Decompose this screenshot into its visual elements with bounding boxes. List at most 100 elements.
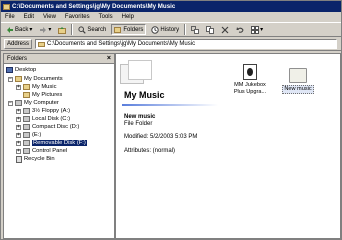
- tree-item-local-disk[interactable]: + Local Disk (C:): [16, 115, 70, 123]
- computer-icon: [15, 100, 22, 106]
- views-icon: [251, 25, 260, 34]
- delete-button[interactable]: [219, 24, 231, 35]
- tree-item-label: Desktop: [15, 67, 37, 73]
- back-label: Back: [15, 26, 29, 33]
- address-field[interactable]: C:\Documents and Settings\jg\My Document…: [35, 39, 337, 49]
- folder-icon: [38, 41, 46, 47]
- tree-item-label: My Computer: [24, 100, 59, 106]
- undo-icon: [236, 26, 244, 33]
- selected-item-name: New music: [124, 114, 156, 120]
- menu-view[interactable]: View: [43, 14, 56, 20]
- folders-label: Folders: [123, 26, 144, 33]
- title-divider: [122, 104, 218, 106]
- history-label: History: [160, 26, 180, 33]
- expand-icon[interactable]: +: [16, 84, 21, 90]
- views-dropdown-icon[interactable]: ▾: [260, 26, 263, 33]
- jukebox-icon: [243, 64, 257, 80]
- tree-item-drive-e[interactable]: + (E:): [16, 131, 41, 139]
- folders-pane-header: Folders ×: [4, 54, 114, 64]
- search-label: Search: [87, 26, 107, 33]
- forward-dropdown-icon[interactable]: ▾: [48, 26, 51, 33]
- folder-icon: [23, 92, 30, 98]
- selected-item-modified: Modified: 5/2/2003 5:03 PM: [124, 134, 198, 140]
- up-folder-button[interactable]: [56, 24, 68, 35]
- title-bar[interactable]: C:\Documents and Settings\jg\My Document…: [1, 1, 341, 12]
- explorer-window: C:\Documents and Settings\jg\My Document…: [0, 0, 342, 240]
- history-button[interactable]: History: [149, 24, 181, 35]
- floppy-icon: [23, 108, 30, 114]
- move-to-icon: [191, 25, 200, 34]
- menu-edit[interactable]: Edit: [24, 14, 34, 20]
- search-icon: [78, 25, 87, 34]
- window-title: C:\Documents and Settings\jg\My Document…: [12, 3, 176, 10]
- expand-icon[interactable]: +: [16, 148, 21, 154]
- close-icon[interactable]: ×: [107, 55, 111, 62]
- file-item-label: New music: [282, 85, 314, 94]
- tree-item-my-pictures[interactable]: My Pictures: [23, 91, 62, 99]
- tree-item-control-panel[interactable]: + Control Panel: [16, 147, 67, 155]
- forward-button[interactable]: ▾: [37, 24, 53, 35]
- cd-icon: [23, 124, 30, 130]
- folder-banner-front: [128, 60, 152, 80]
- back-dropdown-icon[interactable]: ▾: [29, 26, 32, 33]
- file-item-new-music[interactable]: New music: [276, 68, 320, 94]
- file-item-jukebox[interactable]: MM Jukebox Plus Upgra...: [228, 64, 272, 95]
- history-icon: [151, 25, 160, 34]
- expand-icon[interactable]: +: [16, 116, 21, 122]
- tree-item-floppy[interactable]: + 3½ Floppy (A:): [16, 107, 70, 115]
- folder-banner-icon: [120, 60, 152, 86]
- tree-item-removable-disk[interactable]: + Removable Disk (F:): [16, 139, 87, 147]
- removable-disk-icon: [23, 140, 30, 146]
- tree-item-label: Control Panel: [32, 148, 68, 154]
- menu-tools[interactable]: Tools: [99, 14, 113, 20]
- folder-icon: [23, 84, 30, 90]
- toolbar: Back ▾ ▾ Search Folders History ▾: [1, 22, 341, 37]
- tree-item-label: My Pictures: [32, 92, 63, 98]
- collapse-icon[interactable]: −: [8, 76, 13, 82]
- tree-item-label: Removable Disk (F:): [32, 140, 87, 146]
- folder-content-pane: My Music New music File Folder Modified:…: [115, 53, 341, 239]
- selected-item-type: File Folder: [124, 121, 153, 127]
- toolbar-separator: [184, 24, 187, 35]
- address-label: Address: [4, 39, 33, 49]
- search-button[interactable]: Search: [76, 24, 108, 35]
- forward-arrow-icon: [40, 26, 47, 33]
- tree-item-label: My Documents: [24, 76, 63, 82]
- tree-item-label: (E:): [32, 132, 42, 138]
- tree-item-recycle-bin[interactable]: Recycle Bin: [16, 155, 55, 163]
- collapse-icon[interactable]: −: [8, 100, 13, 106]
- tree-item-desktop[interactable]: Desktop: [6, 66, 36, 74]
- expand-icon[interactable]: +: [16, 108, 21, 114]
- move-to-button[interactable]: [189, 24, 201, 35]
- folder-icon: [15, 76, 22, 82]
- menu-bar: File Edit View Favorites Tools Help: [1, 12, 341, 22]
- tree-item-my-computer[interactable]: − My Computer: [8, 99, 59, 107]
- address-value: C:\Documents and Settings\jg\My Document…: [47, 41, 196, 47]
- tree-item-compact-disc[interactable]: + Compact Disc (D:): [16, 123, 79, 131]
- expand-icon[interactable]: +: [16, 140, 21, 146]
- tree-item-my-music[interactable]: + My Music: [16, 83, 56, 91]
- folders-button[interactable]: Folders: [111, 24, 147, 35]
- undo-button[interactable]: [234, 24, 246, 35]
- copy-to-icon: [206, 25, 215, 34]
- tree-item-label: Compact Disc (D:): [32, 124, 80, 130]
- tree-item-my-documents[interactable]: − My Documents: [8, 75, 63, 83]
- folders-pane-title: Folders: [7, 55, 28, 62]
- disk-icon: [23, 116, 30, 122]
- menu-file[interactable]: File: [5, 14, 15, 20]
- control-panel-icon: [23, 148, 30, 154]
- views-button[interactable]: ▾: [249, 24, 265, 35]
- copy-to-button[interactable]: [204, 24, 216, 35]
- back-button[interactable]: Back ▾: [4, 24, 34, 35]
- tree-item-label: Local Disk (C:): [32, 116, 71, 122]
- tree-item-label: Recycle Bin: [24, 156, 55, 162]
- expand-icon[interactable]: +: [16, 132, 21, 138]
- folder-icon: [3, 3, 10, 10]
- menu-help[interactable]: Help: [122, 14, 134, 20]
- expand-icon[interactable]: +: [16, 124, 21, 130]
- toolbar-separator: [71, 24, 74, 35]
- folders-pane: Folders × Desktop − My Documents + My Mu…: [3, 53, 115, 239]
- folder-icon: [289, 68, 307, 83]
- file-item-label: MM Jukebox Plus Upgra...: [233, 82, 267, 95]
- menu-favorites[interactable]: Favorites: [65, 14, 90, 20]
